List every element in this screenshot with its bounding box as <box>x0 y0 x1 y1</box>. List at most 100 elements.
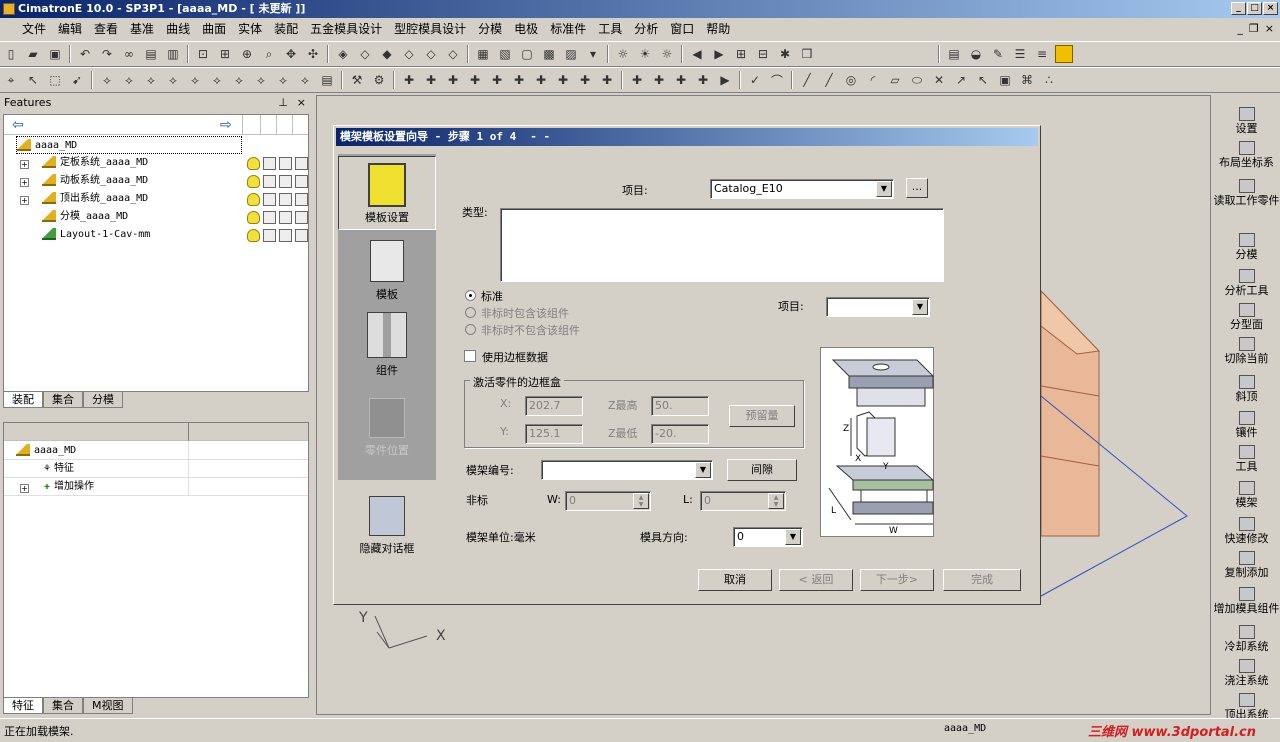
project-select[interactable]: Catalog_E10 ▼ <box>710 179 894 199</box>
view-right-icon[interactable]: ◇ <box>400 45 418 63</box>
link-icon[interactable]: ∞ <box>120 45 138 63</box>
state-icon[interactable] <box>263 211 276 224</box>
pin-icon[interactable]: ⊥ <box>278 95 288 111</box>
state-icon[interactable] <box>263 175 276 188</box>
line-style-icon[interactable]: ☰ <box>1011 45 1029 63</box>
l-stepper[interactable]: 0 ▲ ▼ <box>700 491 786 511</box>
tab-mview[interactable]: M视图 <box>83 698 133 714</box>
right-tool-3[interactable]: 分模 <box>1213 233 1280 261</box>
layer-icon[interactable]: ❒ <box>798 45 816 63</box>
right-tool-14[interactable]: 冷却系统 <box>1213 625 1280 653</box>
state2-icon[interactable] <box>279 175 292 188</box>
filter2-icon[interactable]: ⟡ <box>120 71 138 89</box>
stepper-arrows-icon[interactable]: ▲ ▼ <box>768 493 784 509</box>
trim-icon[interactable]: ✕ <box>930 71 948 89</box>
chevron-down-icon[interactable]: ▼ <box>876 181 892 197</box>
hide-dialog-button[interactable]: 隐藏对话框 <box>338 496 436 556</box>
radio-nonstd-include[interactable] <box>465 307 476 318</box>
point-icon[interactable]: ∴ <box>1040 71 1058 89</box>
back-arrow-icon[interactable]: ◀ <box>688 45 706 63</box>
step-template[interactable]: 模板 <box>338 240 436 302</box>
color-icon[interactable] <box>1055 45 1073 63</box>
new-icon[interactable]: ▯ <box>2 45 20 63</box>
extend-icon[interactable]: ↗ <box>952 71 970 89</box>
redo-icon[interactable]: ↷ <box>98 45 116 63</box>
lower-tree-root[interactable]: aaaa_MD <box>16 442 76 460</box>
menu-item-6[interactable]: 实体 <box>232 18 268 40</box>
menu-item-15[interactable]: 窗口 <box>664 18 700 40</box>
state3-icon[interactable] <box>295 211 308 224</box>
back-arrow-icon[interactable]: ⇦ <box>12 117 24 133</box>
rotate-icon[interactable]: ✣ <box>304 45 322 63</box>
menu-item-8[interactable]: 五金模具设计 <box>304 18 388 40</box>
pointer-icon[interactable]: ➹ <box>68 71 86 89</box>
state2-icon[interactable] <box>279 157 292 170</box>
menu-item-11[interactable]: 电极 <box>508 18 544 40</box>
menu-item-0[interactable]: 文件 <box>16 18 52 40</box>
forward-arrow-icon[interactable]: ▶ <box>710 45 728 63</box>
ellipse-icon[interactable]: ⬭ <box>908 71 926 89</box>
view-front-icon[interactable]: ◇ <box>356 45 374 63</box>
menu-item-13[interactable]: 工具 <box>592 18 628 40</box>
view-top-icon[interactable]: ◆ <box>378 45 396 63</box>
radio-nonstd-exclude[interactable] <box>465 324 476 335</box>
mold-a-icon[interactable]: ✚ <box>400 71 418 89</box>
mold-c-icon[interactable]: ✚ <box>444 71 462 89</box>
zoom-all-icon[interactable]: ⊡ <box>194 45 212 63</box>
expand-toggle[interactable]: + <box>20 178 29 187</box>
mdi-close-button[interactable]: × <box>1265 22 1274 35</box>
state-icon[interactable] <box>263 157 276 170</box>
pick-icon[interactable]: ↖ <box>24 71 42 89</box>
menu-item-4[interactable]: 曲线 <box>160 18 196 40</box>
cancel-button[interactable]: 取消 <box>698 569 772 591</box>
mold-l-icon[interactable]: ✚ <box>650 71 668 89</box>
curve-icon[interactable]: ⌒ <box>768 71 786 89</box>
tool2-icon[interactable]: ▥ <box>164 45 182 63</box>
y-field[interactable]: 125.1 <box>525 424 583 444</box>
filter8-icon[interactable]: ⟡ <box>252 71 270 89</box>
line-width-icon[interactable]: ≡ <box>1033 45 1051 63</box>
tree-item-moving-system[interactable]: 动板系统_aaaa_MD <box>42 172 148 190</box>
visibility-bulb-icon[interactable] <box>247 193 260 206</box>
sketch-icon[interactable]: ✓ <box>746 71 764 89</box>
line2-icon[interactable]: ╱ <box>820 71 838 89</box>
filter10-icon[interactable]: ⟡ <box>296 71 314 89</box>
state2-icon[interactable] <box>279 211 292 224</box>
back-button[interactable]: < 返回 <box>779 569 853 591</box>
chevron-down-icon[interactable]: ▼ <box>912 299 928 315</box>
right-tool-13[interactable]: 增加模具组件 <box>1213 587 1280 615</box>
menu-item-3[interactable]: 基准 <box>124 18 160 40</box>
tree-item-fixed-system[interactable]: 定板系统_aaaa_MD <box>42 154 148 172</box>
tab-parting[interactable]: 分模 <box>83 392 123 408</box>
menu-item-12[interactable]: 标准件 <box>544 18 592 40</box>
expand-toggle[interactable]: + <box>20 484 29 493</box>
tree-item-parting[interactable]: 分模_aaaa_MD <box>42 208 128 226</box>
filter6-icon[interactable]: ⟡ <box>208 71 226 89</box>
state3-icon[interactable] <box>295 229 308 242</box>
close-button[interactable]: × <box>1263 2 1278 15</box>
move-icon[interactable]: ↖ <box>974 71 992 89</box>
right-tool-7[interactable]: 斜顶 <box>1213 375 1280 403</box>
view-iso-icon[interactable]: ◈ <box>334 45 352 63</box>
state-icon[interactable] <box>263 193 276 206</box>
browse-button[interactable]: ... <box>906 178 928 198</box>
zoom-icon[interactable]: ⊕ <box>238 45 256 63</box>
pan-icon[interactable]: ✥ <box>282 45 300 63</box>
step-template-setup[interactable]: 模板设置 <box>338 156 436 230</box>
expand-toggle[interactable]: + <box>20 196 29 205</box>
visibility-bulb-icon[interactable] <box>247 211 260 224</box>
zoom-window-icon[interactable]: ⊞ <box>216 45 234 63</box>
paint-bucket-icon[interactable]: ◒ <box>967 45 985 63</box>
tree-item-layout[interactable]: Layout-1-Cav-mm <box>42 226 150 244</box>
filter7-icon[interactable]: ⟡ <box>230 71 248 89</box>
mold-d-icon[interactable]: ✚ <box>466 71 484 89</box>
settings-icon[interactable]: ✱ <box>776 45 794 63</box>
right-tool-4[interactable]: 分析工具 <box>1213 269 1280 297</box>
display-mode-icon[interactable]: ▾ <box>584 45 602 63</box>
right-tool-11[interactable]: 快速修改 <box>1213 517 1280 545</box>
tab-assembly[interactable]: 装配 <box>3 392 43 408</box>
view-left-icon[interactable]: ◇ <box>422 45 440 63</box>
select-icon[interactable]: ⌖ <box>2 71 20 89</box>
right-tool-12[interactable]: 复制添加 <box>1213 551 1280 579</box>
menu-item-14[interactable]: 分析 <box>628 18 664 40</box>
